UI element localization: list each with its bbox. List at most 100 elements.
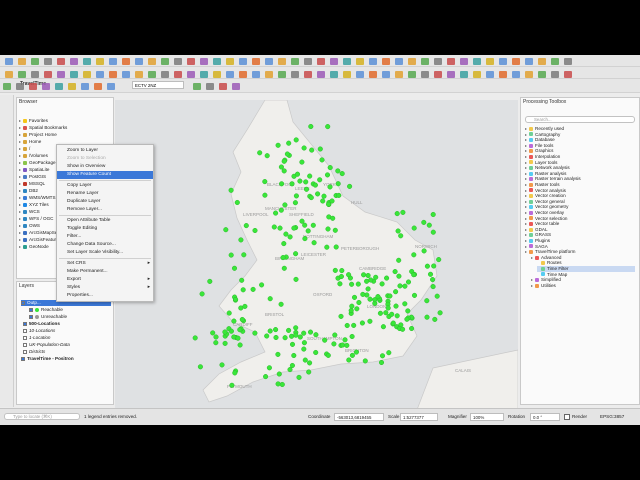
reachable-point[interactable] <box>379 281 385 287</box>
reachable-point[interactable] <box>252 227 258 234</box>
reachable-point[interactable] <box>219 362 225 368</box>
pan-icon[interactable] <box>382 58 390 65</box>
digitize-icon[interactable] <box>161 58 169 65</box>
reachable-point[interactable] <box>289 333 295 339</box>
reachable-point[interactable] <box>307 360 313 366</box>
reachable-point[interactable] <box>332 227 338 233</box>
select-icon[interactable] <box>193 83 201 90</box>
reachable-point[interactable] <box>210 330 216 336</box>
context-menu-item[interactable]: Export ▸ <box>57 276 153 284</box>
context-menu-item[interactable]: Remove Layer... <box>57 206 153 214</box>
identify-icon[interactable] <box>369 71 377 78</box>
layer-item[interactable]: Reachable <box>29 307 111 313</box>
reachable-point[interactable] <box>380 324 386 330</box>
reachable-point[interactable] <box>385 305 391 311</box>
identify-icon[interactable] <box>31 71 39 78</box>
reachable-point[interactable] <box>275 142 281 148</box>
layer-item[interactable]: Districts <box>23 349 111 355</box>
reachable-point[interactable] <box>362 358 368 364</box>
python-icon[interactable] <box>252 71 260 78</box>
reachable-point[interactable] <box>313 349 319 356</box>
context-menu-item[interactable]: Set Layer Scale Visibility... <box>57 249 153 257</box>
reachable-point[interactable] <box>396 273 402 279</box>
reachable-point[interactable] <box>264 153 270 159</box>
reachable-point[interactable] <box>320 198 326 204</box>
reachable-point[interactable] <box>340 342 346 348</box>
save-icon[interactable] <box>473 71 481 78</box>
reachable-point[interactable] <box>393 289 399 295</box>
identify-icon[interactable] <box>538 71 546 78</box>
reachable-point[interactable] <box>333 244 339 250</box>
reachable-point[interactable] <box>281 168 287 174</box>
processing-search[interactable]: Search... <box>525 116 635 123</box>
reachable-point[interactable] <box>386 350 392 356</box>
layer-visibility-checkbox[interactable] <box>29 307 33 312</box>
reachable-point[interactable] <box>301 346 307 352</box>
reachable-point[interactable] <box>373 274 379 280</box>
reachable-point[interactable] <box>271 224 277 230</box>
coordinate-field[interactable]: -563013,6819455 <box>334 413 384 421</box>
reachable-point[interactable] <box>411 272 417 278</box>
select-icon[interactable] <box>252 58 260 65</box>
reachable-point[interactable] <box>361 272 367 278</box>
reachable-point[interactable] <box>287 234 293 240</box>
reachable-point[interactable] <box>284 151 290 157</box>
reachable-point[interactable] <box>291 225 297 231</box>
reachable-point[interactable] <box>303 186 310 192</box>
save-icon[interactable] <box>200 58 208 65</box>
reachable-point[interactable] <box>324 244 330 250</box>
reachable-point[interactable] <box>239 277 245 283</box>
reachable-point[interactable] <box>226 310 232 316</box>
text-annotation-icon[interactable] <box>3 83 11 90</box>
reachable-point[interactable] <box>292 200 298 206</box>
reachable-point[interactable] <box>315 191 321 197</box>
pan-icon[interactable] <box>551 58 559 65</box>
sum-icon[interactable] <box>232 83 240 90</box>
reachable-point[interactable] <box>223 227 229 233</box>
reachable-point[interactable] <box>338 273 344 280</box>
reachable-point[interactable] <box>327 184 333 190</box>
reachable-point[interactable] <box>262 179 268 185</box>
reachable-point[interactable] <box>393 303 399 309</box>
reachable-point[interactable] <box>297 178 303 184</box>
reachable-point[interactable] <box>354 306 360 312</box>
reachable-point[interactable] <box>321 193 327 199</box>
reachable-point[interactable] <box>275 351 281 357</box>
reachable-point[interactable] <box>436 257 442 263</box>
reachable-point[interactable] <box>280 255 286 261</box>
python-icon[interactable] <box>317 58 325 65</box>
layer-visibility-checkbox[interactable] <box>29 314 33 319</box>
reachable-point[interactable] <box>325 352 331 358</box>
reachable-point[interactable] <box>349 281 355 287</box>
sum-icon[interactable] <box>460 58 468 65</box>
context-menu-item[interactable]: Zoom to Selection <box>57 155 153 163</box>
layer-item[interactable]: UK-Population-Data <box>23 342 111 348</box>
select-icon[interactable] <box>421 58 429 65</box>
reachable-point[interactable] <box>240 287 246 293</box>
reachable-point[interactable] <box>390 320 396 326</box>
reachable-point[interactable] <box>278 164 284 170</box>
new-project-icon[interactable] <box>447 71 455 78</box>
scale-field[interactable]: 1:5277377 <box>400 413 438 421</box>
reachable-point[interactable] <box>259 282 265 288</box>
reachable-point[interactable] <box>389 311 395 317</box>
select-icon[interactable] <box>18 71 26 78</box>
context-menu-item[interactable]: Toggle Editing <box>57 225 153 233</box>
reachable-point[interactable] <box>286 327 292 333</box>
reachable-point[interactable] <box>384 275 390 281</box>
reachable-point[interactable] <box>402 283 408 289</box>
browser-item[interactable]: ▸ MSSQL <box>19 181 45 187</box>
zoom-in-icon[interactable] <box>499 71 507 78</box>
zoom-in-icon[interactable] <box>94 83 102 90</box>
digitize-icon[interactable] <box>96 71 104 78</box>
select-icon[interactable] <box>83 58 91 65</box>
context-menu-item[interactable]: Zoom to Layer <box>57 147 153 155</box>
reachable-point[interactable] <box>387 293 393 299</box>
browser-item[interactable]: ▸ / <box>19 146 30 152</box>
reachable-point[interactable] <box>262 192 268 198</box>
reachable-point[interactable] <box>351 322 357 328</box>
sum-icon[interactable] <box>226 71 234 78</box>
reachable-point[interactable] <box>424 263 430 269</box>
reachable-point[interactable] <box>405 279 412 285</box>
reachable-point[interactable] <box>266 365 272 371</box>
